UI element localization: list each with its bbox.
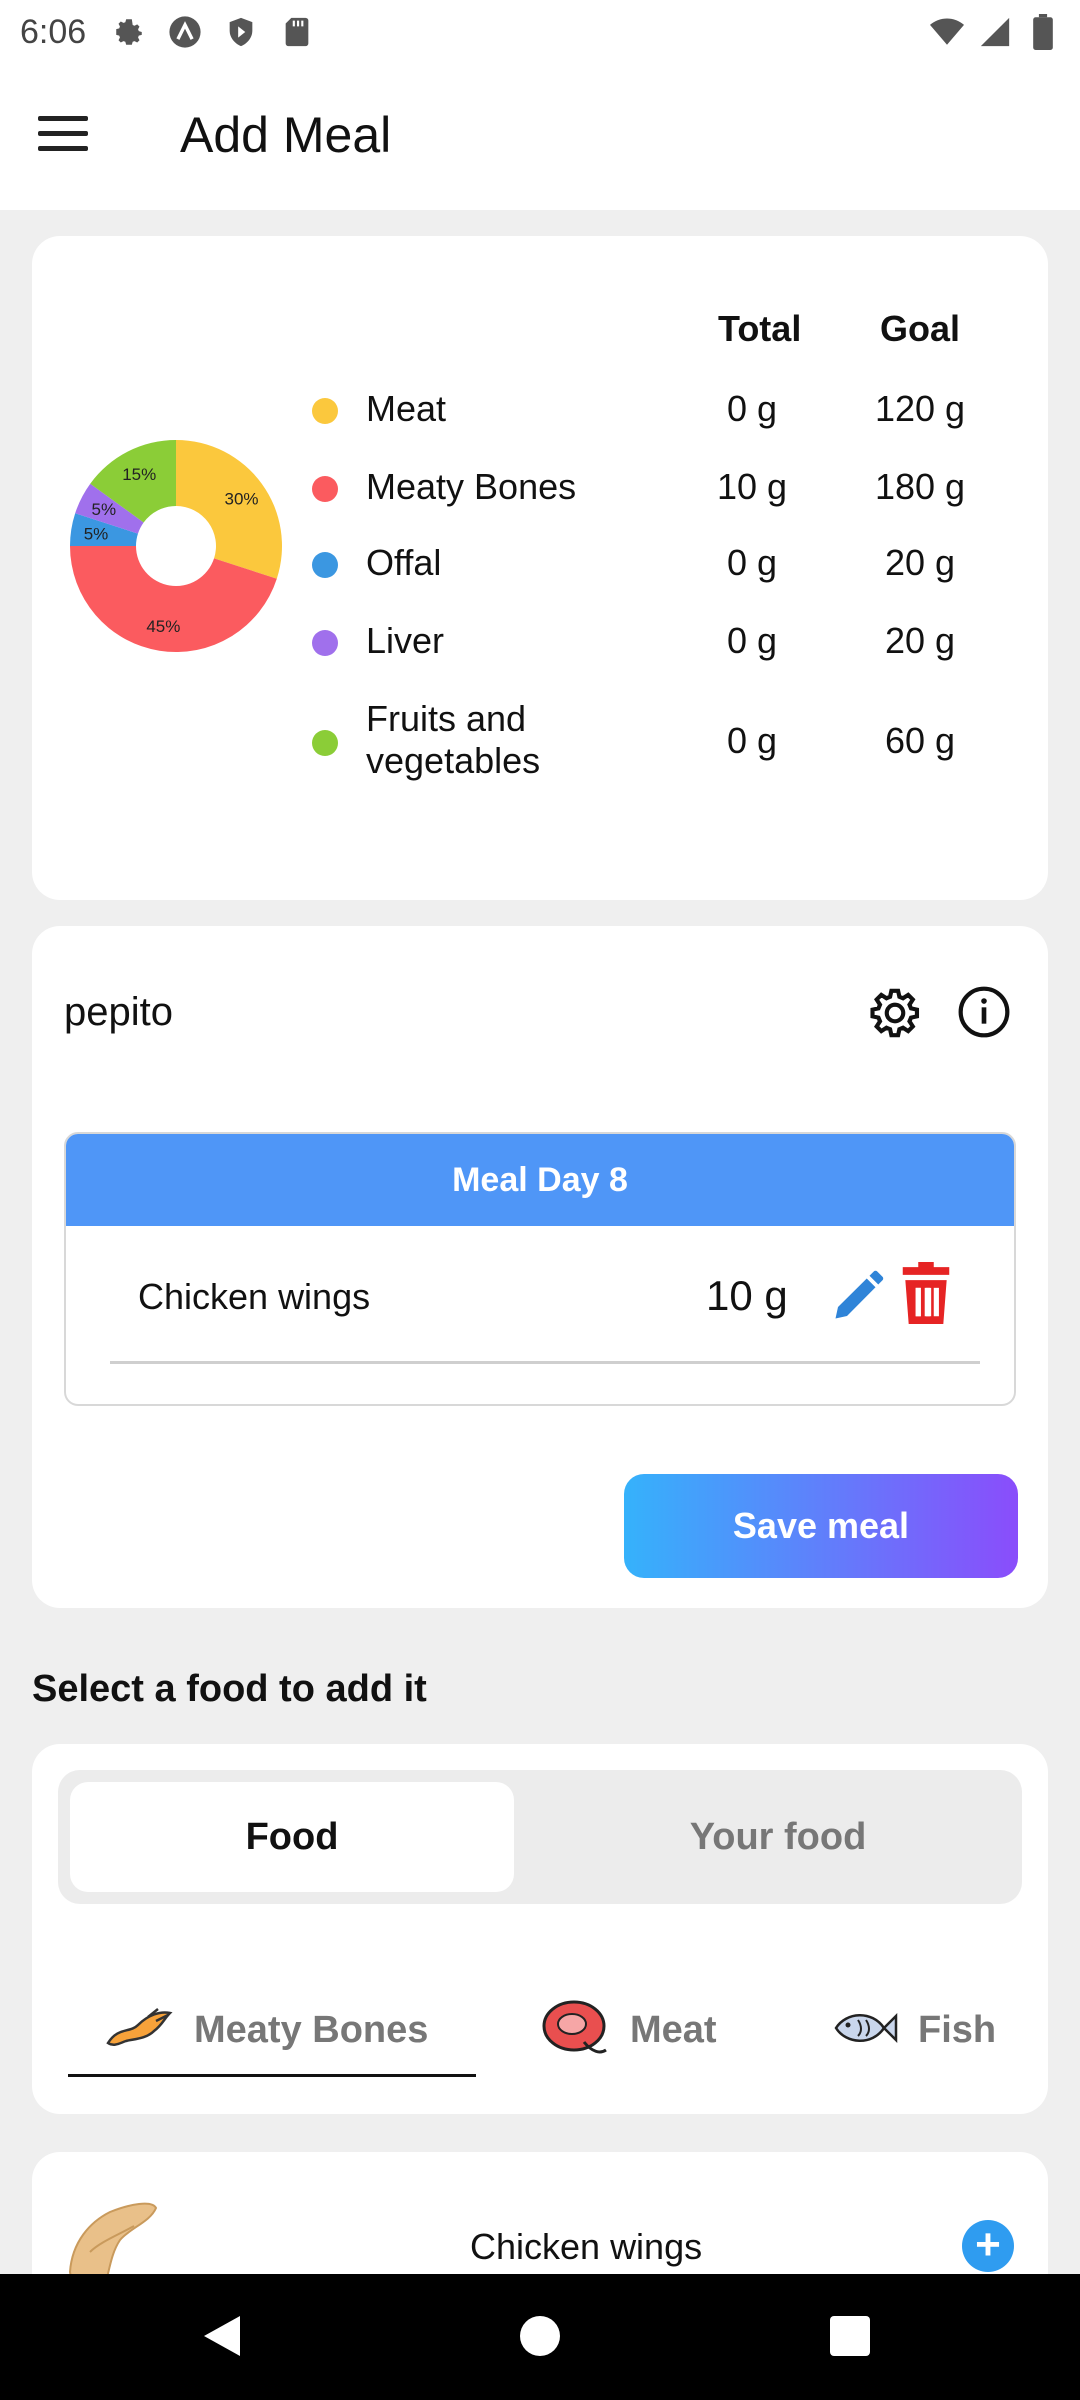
tab-food[interactable]: Food xyxy=(70,1782,514,1892)
save-meal-button[interactable]: Save meal xyxy=(624,1474,1018,1578)
category-tab-label: Fish xyxy=(918,2008,997,2051)
steak-icon xyxy=(540,1996,610,2065)
summary-row-goal: 20 g xyxy=(884,620,956,661)
summary-row-label: Meat xyxy=(366,388,447,429)
total-column-header: Total xyxy=(718,308,802,349)
summary-row-fruits-vegetables: Fruits and vegetables 0 g 60 g xyxy=(312,694,1012,794)
meal-item-name: Chicken wings xyxy=(138,1276,371,1317)
donut-slice-label: 30% xyxy=(225,489,259,508)
summary-row-total: 0 g xyxy=(726,720,778,761)
category-tab-label: Meat xyxy=(630,2008,717,2051)
settings-icon xyxy=(112,15,146,49)
category-tab-label: Meaty Bones xyxy=(194,2008,429,2051)
home-icon[interactable] xyxy=(520,2316,560,2356)
summary-row-goal: 180 g xyxy=(874,466,966,507)
wifi-icon xyxy=(930,15,964,49)
meat-color-dot xyxy=(312,398,338,424)
category-tab-meat[interactable]: Meat xyxy=(540,1990,717,2070)
summary-row-label: Meaty Bones xyxy=(366,466,577,507)
donut-slice-label: 5% xyxy=(84,524,109,543)
meal-day-header: Meal Day 8 xyxy=(66,1134,1014,1226)
select-food-title: Select a food to add it xyxy=(32,1668,427,1710)
gear-icon[interactable] xyxy=(864,982,926,1044)
meaty-bones-color-dot xyxy=(312,476,338,502)
add-food-button[interactable]: + xyxy=(962,2220,1014,2272)
donut-slice-label: 5% xyxy=(92,500,117,519)
category-tab-meaty-bones[interactable]: Meaty Bones xyxy=(104,1990,428,2070)
app-bar: Add Meal xyxy=(0,64,1080,210)
summary-row-total: 0 g xyxy=(726,620,778,661)
signal-icon xyxy=(978,15,1012,49)
recents-icon[interactable] xyxy=(830,2316,870,2356)
food-item-name: Chicken wings xyxy=(470,2226,703,2267)
sd-card-icon xyxy=(280,15,314,49)
status-time: 6:06 xyxy=(20,12,87,51)
summary-row-label: Fruits and vegetables xyxy=(366,698,541,781)
back-icon[interactable] xyxy=(202,2314,242,2363)
meal-item-row: Chicken wings 10 g xyxy=(110,1226,980,1364)
a-icon xyxy=(168,15,202,49)
trash-icon[interactable] xyxy=(900,1262,952,1324)
category-tab-fish[interactable]: Fish xyxy=(828,1990,996,2070)
distribution-donut-chart: 30% 45% 5% 5% 15% xyxy=(70,440,282,652)
pet-name: pepito xyxy=(64,990,173,1034)
shield-play-icon xyxy=(224,15,258,49)
fruits-vegetables-color-dot xyxy=(312,730,338,756)
system-nav-bar xyxy=(0,2274,1080,2400)
status-bar: 6:06 xyxy=(0,0,1080,64)
summary-row-total: 0 g xyxy=(726,542,778,583)
battery-icon xyxy=(1026,14,1060,50)
meal-card: pepito Meal Day 8 Chicken wings 10 g Sav… xyxy=(32,926,1048,1608)
summary-row-total: 10 g xyxy=(716,466,788,507)
summary-row-goal: 20 g xyxy=(884,542,956,583)
meal-item-quantity: 10 g xyxy=(706,1272,788,1319)
food-selector-card: Food Your food Meaty Bones Meat Fish xyxy=(32,1744,1048,2114)
food-source-toggle: Food Your food xyxy=(58,1770,1022,1904)
chicken-wing-icon xyxy=(104,2003,174,2058)
chicken-wing-photo xyxy=(60,2182,180,2283)
summary-row-meat: Meat 0 g 120 g xyxy=(312,384,1012,434)
nutrition-summary-card: 30% 45% 5% 5% 15% Total Goal Meat 0 g 120 g … xyxy=(32,236,1048,900)
pencil-icon[interactable] xyxy=(828,1266,888,1326)
active-tab-indicator xyxy=(68,2074,476,2077)
offal-color-dot xyxy=(312,552,338,578)
info-icon[interactable] xyxy=(956,984,1012,1040)
page-title: Add Meal xyxy=(180,107,392,163)
summary-row-meaty-bones: Meaty Bones 10 g 180 g xyxy=(312,462,1012,512)
liver-color-dot xyxy=(312,630,338,656)
summary-row-label: Liver xyxy=(366,620,445,661)
donut-slice-meat xyxy=(176,440,282,579)
hamburger-menu-icon[interactable] xyxy=(38,116,98,156)
donut-slice-label: 15% xyxy=(122,465,156,484)
summary-row-liver: Liver 0 g 20 g xyxy=(312,616,1012,666)
goal-column-header: Goal xyxy=(880,308,961,349)
summary-row-offal: Offal 0 g 20 g xyxy=(312,538,1012,588)
summary-row-label: Offal xyxy=(366,542,442,583)
fish-icon xyxy=(828,2006,898,2055)
summary-row-goal: 60 g xyxy=(884,720,956,761)
donut-slice-label: 45% xyxy=(146,617,180,636)
tab-your-food[interactable]: Your food xyxy=(548,1782,1008,1892)
summary-row-goal: 120 g xyxy=(874,388,966,429)
meal-day-box: Meal Day 8 Chicken wings 10 g xyxy=(64,1132,1016,1406)
summary-row-total: 0 g xyxy=(726,388,778,429)
